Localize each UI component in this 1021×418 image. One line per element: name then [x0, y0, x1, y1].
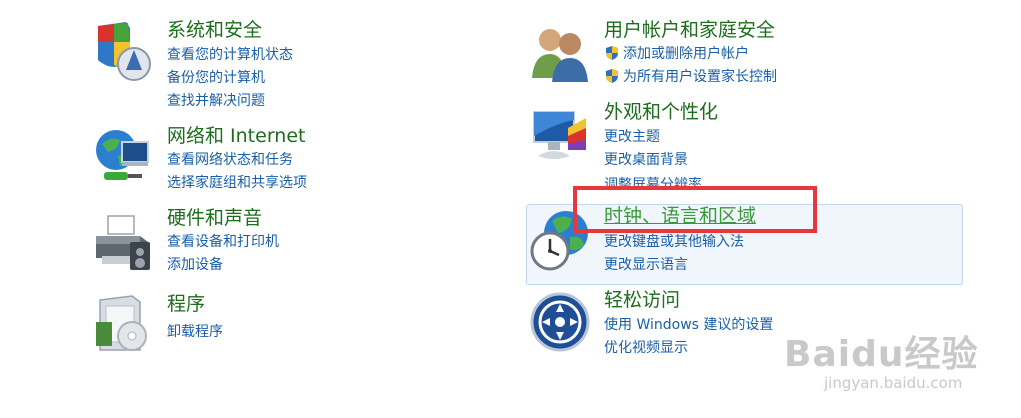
link-recommended-settings[interactable]: 使用 Windows 建议的设置 — [604, 316, 773, 334]
link-text: 添加或删除用户帐户 — [623, 46, 749, 62]
link-devices-printers[interactable]: 查看设备和打印机 — [167, 233, 279, 251]
link-troubleshoot[interactable]: 查找并解决问题 — [167, 92, 265, 110]
link-uninstall-program[interactable]: 卸载程序 — [167, 323, 223, 341]
uac-shield-icon — [606, 46, 618, 60]
shield-icon[interactable] — [92, 20, 156, 84]
link-network-status[interactable]: 查看网络状态和任务 — [167, 151, 293, 169]
ease-of-access-icon[interactable] — [528, 290, 592, 354]
annotation-highlight-box — [573, 186, 817, 233]
category-hardware: 硬件和声音 查看设备和打印机 添加设备 — [92, 206, 392, 278]
category-title[interactable]: 程序 — [167, 292, 205, 316]
monitor-palette-icon[interactable] — [528, 106, 592, 170]
category-title[interactable]: 用户帐户和家庭安全 — [604, 18, 775, 42]
watermark-url: jingyan.baidu.com — [824, 374, 963, 392]
link-homegroup-sharing[interactable]: 选择家庭组和共享选项 — [167, 174, 307, 192]
category-programs: 程序 卸载程序 — [92, 292, 392, 352]
category-appearance: 外观和个性化 更改主题 更改桌面背景 — [528, 98, 848, 188]
baidu-watermark: Baidu经验 jingyan.baidu.com — [784, 310, 984, 410]
link-backup-computer[interactable]: 备份您的计算机 — [167, 69, 265, 87]
category-title[interactable]: 系统和安全 — [167, 18, 262, 42]
programs-box-icon[interactable] — [92, 292, 156, 356]
category-title[interactable]: 外观和个性化 — [604, 100, 718, 124]
link-add-device[interactable]: 添加设备 — [167, 256, 223, 274]
link-text: 为所有用户设置家长控制 — [623, 69, 777, 85]
category-network: 网络和 Internet 查看网络状态和任务 选择家庭组和共享选项 — [92, 124, 392, 196]
link-parental-controls[interactable]: 为所有用户设置家长控制 — [604, 68, 777, 86]
link-add-remove-accounts[interactable]: 添加或删除用户帐户 — [604, 45, 749, 63]
link-change-theme[interactable]: 更改主题 — [604, 128, 660, 146]
link-view-computer-status[interactable]: 查看您的计算机状态 — [167, 46, 293, 64]
category-title[interactable]: 网络和 Internet — [167, 124, 305, 148]
link-display-language[interactable]: 更改显示语言 — [604, 256, 688, 274]
uac-shield-icon — [606, 69, 618, 83]
link-desktop-background[interactable]: 更改桌面背景 — [604, 151, 688, 169]
link-optimize-display[interactable]: 优化视频显示 — [604, 339, 688, 357]
globe-network-icon[interactable] — [92, 126, 156, 190]
printer-icon[interactable] — [92, 212, 156, 276]
category-title[interactable]: 硬件和声音 — [167, 206, 262, 230]
category-user-accounts: 用户帐户和家庭安全 添加或删除用户帐户 为所有用户设置家长控制 — [528, 16, 848, 91]
category-title[interactable]: 轻松访问 — [604, 288, 680, 312]
category-system-security: 系统和安全 查看您的计算机状态 备份您的计算机 查找并解决问题 — [92, 16, 392, 111]
link-change-keyboard[interactable]: 更改键盘或其他输入法 — [604, 233, 744, 251]
users-icon[interactable] — [528, 22, 592, 86]
watermark-logo: Baidu经验 — [784, 334, 979, 375]
